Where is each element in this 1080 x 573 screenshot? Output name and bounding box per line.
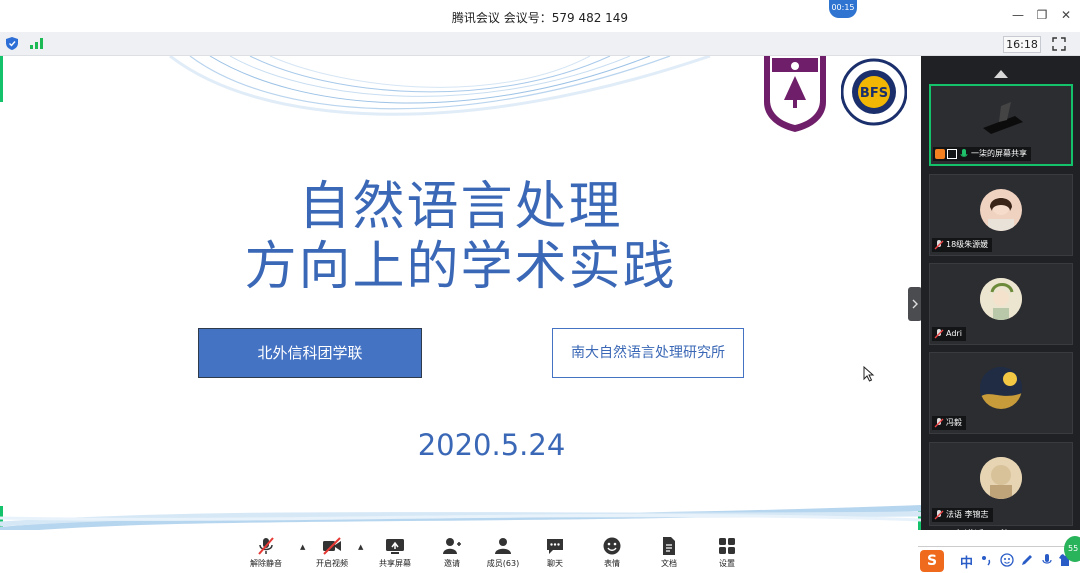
microphone-icon[interactable] xyxy=(1040,553,1054,567)
participant-namebar: Adri xyxy=(932,327,966,341)
invite-button[interactable]: 邀请 xyxy=(427,536,477,569)
participant-namebar: 18级朱源媛 xyxy=(932,238,993,252)
screen-share-icon xyxy=(947,149,957,159)
avatar xyxy=(980,189,1022,231)
emoji-icon[interactable] xyxy=(1000,553,1014,567)
mic-muted-icon xyxy=(934,510,944,520)
status-row: 16:18 xyxy=(0,32,1080,56)
settings-grid-icon xyxy=(719,538,735,554)
sogou-logo[interactable]: S xyxy=(920,550,944,572)
participant-namebar: 冯毅 xyxy=(932,416,966,430)
settings-label: 设置 xyxy=(719,559,735,568)
nanjing-university-logo xyxy=(764,56,826,132)
svg-text:BFS: BFS xyxy=(860,86,888,101)
audio-options-caret[interactable]: ▲ xyxy=(300,543,305,551)
participant-name: 一柒的屏幕共享 xyxy=(971,149,1027,158)
participant-tile[interactable]: 一柒的屏幕共享 xyxy=(929,84,1073,166)
mic-muted-icon xyxy=(258,537,274,555)
network-signal-icon[interactable] xyxy=(30,38,44,49)
clock: 16:18 xyxy=(1003,36,1041,53)
shield-icon[interactable] xyxy=(6,37,18,50)
meeting-title: 腾讯会议 会议号：579 482 149 xyxy=(451,11,629,25)
mic-muted-icon xyxy=(934,329,944,339)
chat-icon xyxy=(547,539,563,554)
share-screen-icon xyxy=(386,539,404,554)
documents-label: 文档 xyxy=(661,559,677,568)
punctuation-icon[interactable] xyxy=(980,553,994,567)
members-button[interactable]: 成员(63) xyxy=(478,536,528,569)
chat-label: 聊天 xyxy=(547,559,563,568)
bfsu-logo: BFS xyxy=(841,58,907,126)
slide-label-nju-nlp: 南大自然语言处理研究所 xyxy=(552,328,744,378)
share-screen-button[interactable]: 共享屏幕 xyxy=(370,536,420,569)
mic-muted-icon xyxy=(934,418,944,428)
participant-tile[interactable]: 法语 李锦志 xyxy=(929,442,1073,526)
participant-tile[interactable]: 18级朱源媛 xyxy=(929,174,1073,256)
chevron-right-icon xyxy=(912,299,918,309)
invite-label: 邀请 xyxy=(444,559,460,568)
meeting-timer: 00:15 xyxy=(829,0,857,18)
emoji-icon xyxy=(603,537,621,555)
settings-button[interactable]: 设置 xyxy=(702,536,752,569)
document-icon xyxy=(663,537,675,555)
documents-button[interactable]: 文档 xyxy=(644,536,694,569)
participant-namebar: 一柒的屏幕共享 xyxy=(933,147,1031,161)
unmute-button[interactable]: 解除静音 xyxy=(241,536,291,569)
scroll-up-icon[interactable] xyxy=(993,69,1009,79)
chat-button[interactable]: 聊天 xyxy=(530,536,580,569)
participant-name: 法语 李锦志 xyxy=(946,510,989,519)
share-border-top-left xyxy=(0,56,3,102)
wave-decoration-bottom xyxy=(0,505,921,530)
mic-muted-icon xyxy=(934,240,944,250)
video-off-icon xyxy=(323,537,341,555)
members-icon xyxy=(495,538,511,554)
members-label: 成员(63) xyxy=(486,559,520,568)
shared-screen-slide: BFS 自然语言处理 方向上的学术实践 北外信科团学联 南大自然语言处理研究所 … xyxy=(0,56,921,530)
ime-toolbar: S 中 xyxy=(918,546,1080,573)
minimize-button[interactable]: — xyxy=(1010,8,1026,22)
restore-button[interactable]: ❐ xyxy=(1034,8,1050,22)
avatar xyxy=(980,278,1022,320)
video-options-caret[interactable]: ▲ xyxy=(358,543,363,551)
participant-namebar: 法语 李锦志 xyxy=(932,508,993,522)
emoji-label: 表情 xyxy=(604,559,620,568)
avatar xyxy=(980,367,1022,409)
invite-icon xyxy=(443,538,461,554)
participant-name: Adri xyxy=(946,329,962,338)
share-screen-label: 共享屏幕 xyxy=(379,559,411,568)
meeting-window: 腾讯会议 会议号：579 482 149 00:15 — ❐ ✕ 16:18 B… xyxy=(0,0,1080,573)
participant-tile[interactable]: Adri xyxy=(929,263,1073,345)
title-bar: 腾讯会议 会议号：579 482 149 00:15 — ❐ ✕ xyxy=(0,0,1080,32)
participant-tile[interactable]: 冯毅 xyxy=(929,352,1073,434)
screen-share-thumbnail xyxy=(983,102,1023,134)
avatar xyxy=(980,457,1022,499)
pen-icon[interactable] xyxy=(1020,553,1034,567)
host-icon xyxy=(935,149,945,159)
start-video-button[interactable]: 开启视频 xyxy=(307,536,357,569)
collapse-panel-button[interactable] xyxy=(908,287,922,321)
participant-name: 冯毅 xyxy=(946,418,962,427)
mouse-cursor-icon xyxy=(863,366,875,382)
slide-label-bfsu-union: 北外信科团学联 xyxy=(198,328,422,378)
mic-on-icon xyxy=(960,149,968,157)
slide-date: 2020.5.24 xyxy=(417,428,566,462)
wave-decoration-top xyxy=(169,56,711,116)
slide-title-line2: 方向上的学术实践 xyxy=(244,237,677,297)
emoji-button[interactable]: 表情 xyxy=(587,536,637,569)
close-button[interactable]: ✕ xyxy=(1058,8,1074,22)
unmute-label: 解除静音 xyxy=(250,559,282,568)
notification-badge[interactable]: 55 xyxy=(1064,536,1080,562)
ime-mode-toggle[interactable]: 中 xyxy=(960,552,973,571)
participant-name: 18级朱源媛 xyxy=(946,240,989,249)
fullscreen-icon[interactable] xyxy=(1052,37,1066,51)
start-video-label: 开启视频 xyxy=(316,559,348,568)
